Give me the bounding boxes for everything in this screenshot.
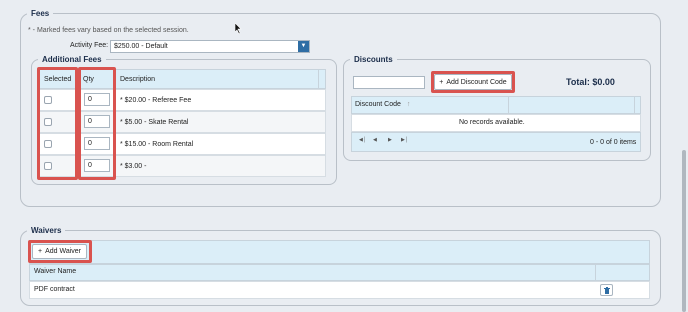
add-waiver-button[interactable]: + Add Waiver xyxy=(32,244,87,259)
additional-fees-legend: Additional Fees xyxy=(42,55,102,64)
add-discount-code-label: Add Discount Code xyxy=(446,78,507,86)
plus-icon: + xyxy=(37,248,43,255)
fees-note: * - Marked fees vary based on the select… xyxy=(28,27,189,34)
discounts-legend: Discounts xyxy=(354,55,393,64)
waivers-grid-header xyxy=(29,264,650,281)
waiver-col-name: Waiver Name xyxy=(34,268,77,275)
fee-description: * $15.00 - Room Rental xyxy=(120,141,194,148)
waivers-legend: Waivers xyxy=(31,226,62,235)
activity-fee-select[interactable]: $250.00 - Default ▼ xyxy=(110,40,310,53)
fees-col-description: Description xyxy=(120,76,156,83)
sort-arrow-icon: ↑ xyxy=(406,101,411,108)
next-page-icon[interactable]: ▶ xyxy=(388,137,392,143)
fees-grid-header xyxy=(37,69,326,89)
column-divider xyxy=(634,97,635,113)
qty-input-other[interactable]: 0 xyxy=(84,159,110,172)
delete-waiver-button[interactable] xyxy=(600,284,613,296)
discount-col-label: Discount Code xyxy=(355,101,401,108)
fee-checkbox-other[interactable] xyxy=(44,162,52,170)
discount-empty-message: No records available. xyxy=(459,119,525,126)
discount-code-input[interactable] xyxy=(353,76,425,89)
activity-fee-label: Activity Fee: xyxy=(70,42,109,49)
trash-icon xyxy=(603,286,610,294)
fees-grid-scroll-header xyxy=(318,70,319,88)
column-divider xyxy=(595,265,596,280)
scrollbar-thumb[interactable] xyxy=(682,150,686,312)
discount-col-code[interactable]: Discount Code ↑ xyxy=(355,101,410,108)
fee-checkbox-referee[interactable] xyxy=(44,96,52,104)
first-page-icon[interactable]: ◀│ xyxy=(359,137,366,143)
discount-total: Total: $0.00 xyxy=(566,77,615,87)
fee-checkbox-room[interactable] xyxy=(44,140,52,148)
fee-description: * $3.00 - xyxy=(120,163,147,170)
qty-input-skate[interactable]: 0 xyxy=(84,115,110,128)
fee-description: * $5.00 - Skate Rental xyxy=(120,119,189,126)
last-page-icon[interactable]: ▶│ xyxy=(401,137,408,143)
mouse-cursor-icon xyxy=(235,23,242,34)
page-scrollbar[interactable] xyxy=(680,0,688,312)
table-row xyxy=(29,281,650,299)
pager-summary: 0 - 0 of 0 items xyxy=(590,139,637,146)
add-waiver-label: Add Waiver xyxy=(45,248,81,255)
plus-icon: + xyxy=(439,78,444,86)
chevron-down-icon[interactable]: ▼ xyxy=(298,41,309,52)
table-row xyxy=(37,155,326,177)
waiver-name: PDF contract xyxy=(34,286,75,293)
qty-input-room[interactable]: 0 xyxy=(84,137,110,150)
fee-checkbox-skate[interactable] xyxy=(44,118,52,126)
prev-page-icon[interactable]: ◀ xyxy=(373,137,377,143)
activity-fee-value: $250.00 - Default xyxy=(114,43,168,50)
qty-input-referee[interactable]: 0 xyxy=(84,93,110,106)
fees-col-selected: Selected xyxy=(44,76,72,83)
add-discount-code-button[interactable]: + Add Discount Code xyxy=(434,74,512,90)
fee-description: * $20.00 - Referee Fee xyxy=(120,97,192,104)
column-divider xyxy=(508,97,509,113)
waivers-toolbar xyxy=(29,240,650,264)
fees-legend: Fees xyxy=(31,9,50,18)
fees-col-qty: Qty xyxy=(83,76,94,83)
